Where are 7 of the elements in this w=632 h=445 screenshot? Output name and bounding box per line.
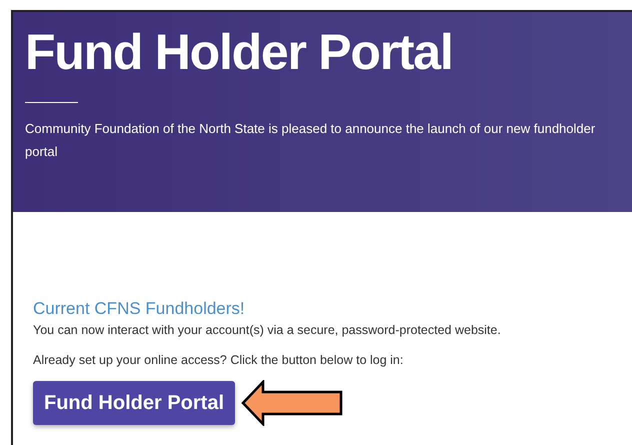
announcement-text: Community Foundation of the North State is pleased to announce the launch of our new fundholder portal [25,120,596,161]
portal-button[interactable]: Fund Holder Portal [33,381,235,425]
section-heading: Current CFNS Fundholders! [33,298,245,320]
arrow-icon [241,380,343,426]
page-title: Fund Holder Portal [25,24,454,80]
info-text: Already set up your online access? Click the button below to log in: [33,352,404,368]
info-text: You can now interact with your account(s) via a secure, password-protected website. [33,322,501,338]
